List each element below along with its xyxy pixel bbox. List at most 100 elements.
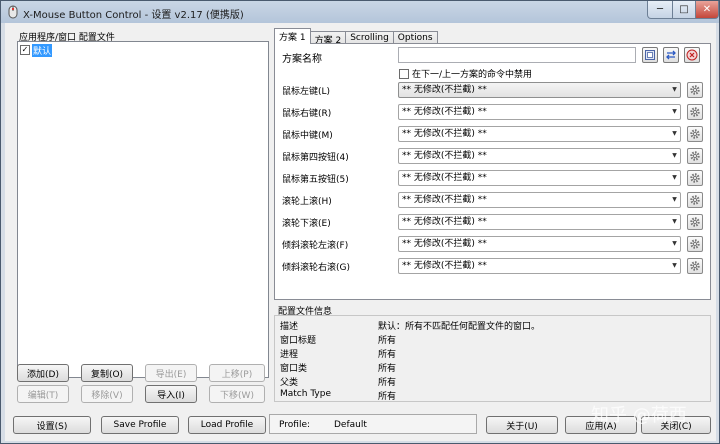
gear-button[interactable] <box>687 236 703 252</box>
action-dropdown[interactable]: ** 无修改(不拦截) ** ▼ <box>398 82 681 98</box>
scheme-panel: 方案名称 在下一/上一方案的命令中禁用 鼠标左键(L) ** 无修改(不拦截) … <box>274 43 711 300</box>
minimize-button[interactable]: ─ <box>647 1 673 19</box>
button-mapping-row: 鼠标第四按钮(4) ** 无修改(不拦截) ** ▼ <box>282 148 707 164</box>
action-dropdown[interactable]: ** 无修改(不拦截) ** ▼ <box>398 214 681 230</box>
action-value: ** 无修改(不拦截) ** <box>402 217 487 227</box>
action-dropdown[interactable]: ** 无修改(不拦截) ** ▼ <box>398 126 681 142</box>
export-button[interactable]: 导出(E) <box>145 364 197 382</box>
profiles-list[interactable]: ✓ 默认 <box>17 41 269 378</box>
action-dropdown[interactable]: ** 无修改(不拦截) ** ▼ <box>398 104 681 120</box>
action-dropdown[interactable]: ** 无修改(不拦截) ** ▼ <box>398 258 681 274</box>
gear-button[interactable] <box>687 148 703 164</box>
button-mapping-row: 滚轮下滚(E) ** 无修改(不拦截) ** ▼ <box>282 214 707 230</box>
info-row: 父类 所有 <box>280 375 705 388</box>
gear-button[interactable] <box>687 126 703 142</box>
button-label: 滚轮上滚(H) <box>282 197 332 207</box>
action-dropdown[interactable]: ** 无修改(不拦截) ** ▼ <box>398 170 681 186</box>
import-button[interactable]: 导入(I) <box>145 385 197 403</box>
profile-name[interactable]: 默认 <box>32 43 53 57</box>
title-bar[interactable]: X-Mouse Button Control - 设置 v2.17 (便携版) … <box>1 1 719 23</box>
swap-scheme-button[interactable] <box>663 47 679 63</box>
disable-in-cycle-checkbox[interactable] <box>399 68 409 79</box>
info-key: 描述 <box>280 322 299 332</box>
button-label: 鼠标右键(R) <box>282 109 332 119</box>
gear-icon <box>690 173 700 183</box>
delete-scheme-button[interactable] <box>684 47 700 63</box>
button-mapping-row: 鼠标右键(R) ** 无修改(不拦截) ** ▼ <box>282 104 707 120</box>
gear-button[interactable] <box>687 104 703 120</box>
scheme-name-input[interactable] <box>398 47 636 63</box>
button-label: 倾斜滚轮左滚(F) <box>282 241 349 251</box>
info-row: 窗口类 所有 <box>280 361 705 374</box>
action-dropdown[interactable]: ** 无修改(不拦截) ** ▼ <box>398 236 681 252</box>
maximize-button[interactable]: □ <box>672 1 696 19</box>
gear-icon <box>690 261 700 271</box>
profile-status: Profile: Default <box>269 414 477 434</box>
info-value: 所有 <box>378 392 397 402</box>
disable-in-cycle-label: 在下一/上一方案的命令中禁用 <box>412 70 533 80</box>
button-mapping-row: 倾斜滚轮左滚(F) ** 无修改(不拦截) ** ▼ <box>282 236 707 252</box>
action-dropdown[interactable]: ** 无修改(不拦截) ** ▼ <box>398 192 681 208</box>
action-value: ** 无修改(不拦截) ** <box>402 129 487 139</box>
gear-button[interactable] <box>687 192 703 208</box>
button-label: 倾斜滚轮右滚(G) <box>282 263 350 273</box>
chevron-down-icon[interactable]: ▼ <box>669 193 680 207</box>
button-label: 鼠标第四按钮(4) <box>282 153 349 163</box>
action-value: ** 无修改(不拦截) ** <box>402 85 487 95</box>
gear-button[interactable] <box>687 258 703 274</box>
remove-button[interactable]: 移除(V) <box>81 385 133 403</box>
chevron-down-icon[interactable]: ▼ <box>669 149 680 163</box>
edit-button[interactable]: 编辑(T) <box>17 385 69 403</box>
move-down-button[interactable]: 下移(W) <box>209 385 265 403</box>
info-value: 默认：所有不匹配任何配置文件的窗口。 <box>378 322 541 332</box>
action-value: ** 无修改(不拦截) ** <box>402 195 487 205</box>
gear-icon <box>690 151 700 161</box>
profile-checkbox[interactable]: ✓ <box>20 45 30 55</box>
status-value: Default <box>334 420 367 430</box>
info-row: 窗口标题 所有 <box>280 333 705 346</box>
chevron-down-icon[interactable]: ▼ <box>669 171 680 185</box>
gear-button[interactable] <box>687 170 703 186</box>
chevron-down-icon[interactable]: ▼ <box>669 259 680 273</box>
info-key: 窗口标题 <box>280 336 317 346</box>
about-button[interactable]: 关于(U) <box>486 416 558 434</box>
button-label: 滚轮下滚(E) <box>282 219 331 229</box>
swap-arrows-icon <box>666 50 676 60</box>
chevron-down-icon[interactable]: ▼ <box>669 83 680 97</box>
copy-button[interactable]: 复制(O) <box>81 364 133 382</box>
add-button[interactable]: 添加(D) <box>17 364 69 382</box>
gear-button[interactable] <box>687 82 703 98</box>
button-label: 鼠标第五按钮(5) <box>282 175 349 185</box>
info-row: Match Type 所有 <box>280 389 705 402</box>
list-item[interactable]: ✓ 默认 <box>20 43 53 57</box>
chevron-down-icon[interactable]: ▼ <box>669 105 680 119</box>
gear-button[interactable] <box>687 214 703 230</box>
delete-icon <box>686 49 698 61</box>
button-mapping-row: 鼠标左键(L) ** 无修改(不拦截) ** ▼ <box>282 82 707 98</box>
gear-icon <box>690 195 700 205</box>
chevron-down-icon[interactable]: ▼ <box>669 237 680 251</box>
tab-scheme-1[interactable]: 方案 1 <box>274 28 311 44</box>
action-value: ** 无修改(不拦截) ** <box>402 261 487 271</box>
save-profile-button[interactable]: Save Profile <box>101 416 179 434</box>
action-value: ** 无修改(不拦截) ** <box>402 239 487 249</box>
action-dropdown[interactable]: ** 无修改(不拦截) ** ▼ <box>398 148 681 164</box>
gear-icon <box>690 85 700 95</box>
info-value: 所有 <box>378 336 397 346</box>
chevron-down-icon[interactable]: ▼ <box>669 215 680 229</box>
move-up-button[interactable]: 上移(P) <box>209 364 265 382</box>
info-key: Match Type <box>280 389 331 399</box>
settings-button[interactable]: 设置(S) <box>13 416 91 434</box>
chevron-down-icon[interactable]: ▼ <box>669 127 680 141</box>
window-title: X-Mouse Button Control - 设置 v2.17 (便携版) <box>23 10 244 21</box>
watermark-text: 知乎 @荷西 <box>591 405 687 426</box>
load-profile-button[interactable]: Load Profile <box>188 416 266 434</box>
info-key: 窗口类 <box>280 364 308 374</box>
button-mapping-row: 鼠标中键(M) ** 无修改(不拦截) ** ▼ <box>282 126 707 142</box>
info-key: 进程 <box>280 350 299 360</box>
scheme-tabs: 方案 1 方案 2 Scrolling Options <box>274 28 438 46</box>
copy-scheme-button[interactable] <box>642 47 658 63</box>
copy-icon <box>645 50 655 60</box>
disable-in-cycle-row[interactable]: 在下一/上一方案的命令中禁用 <box>399 67 532 80</box>
close-window-button[interactable]: ✕ <box>695 1 719 19</box>
